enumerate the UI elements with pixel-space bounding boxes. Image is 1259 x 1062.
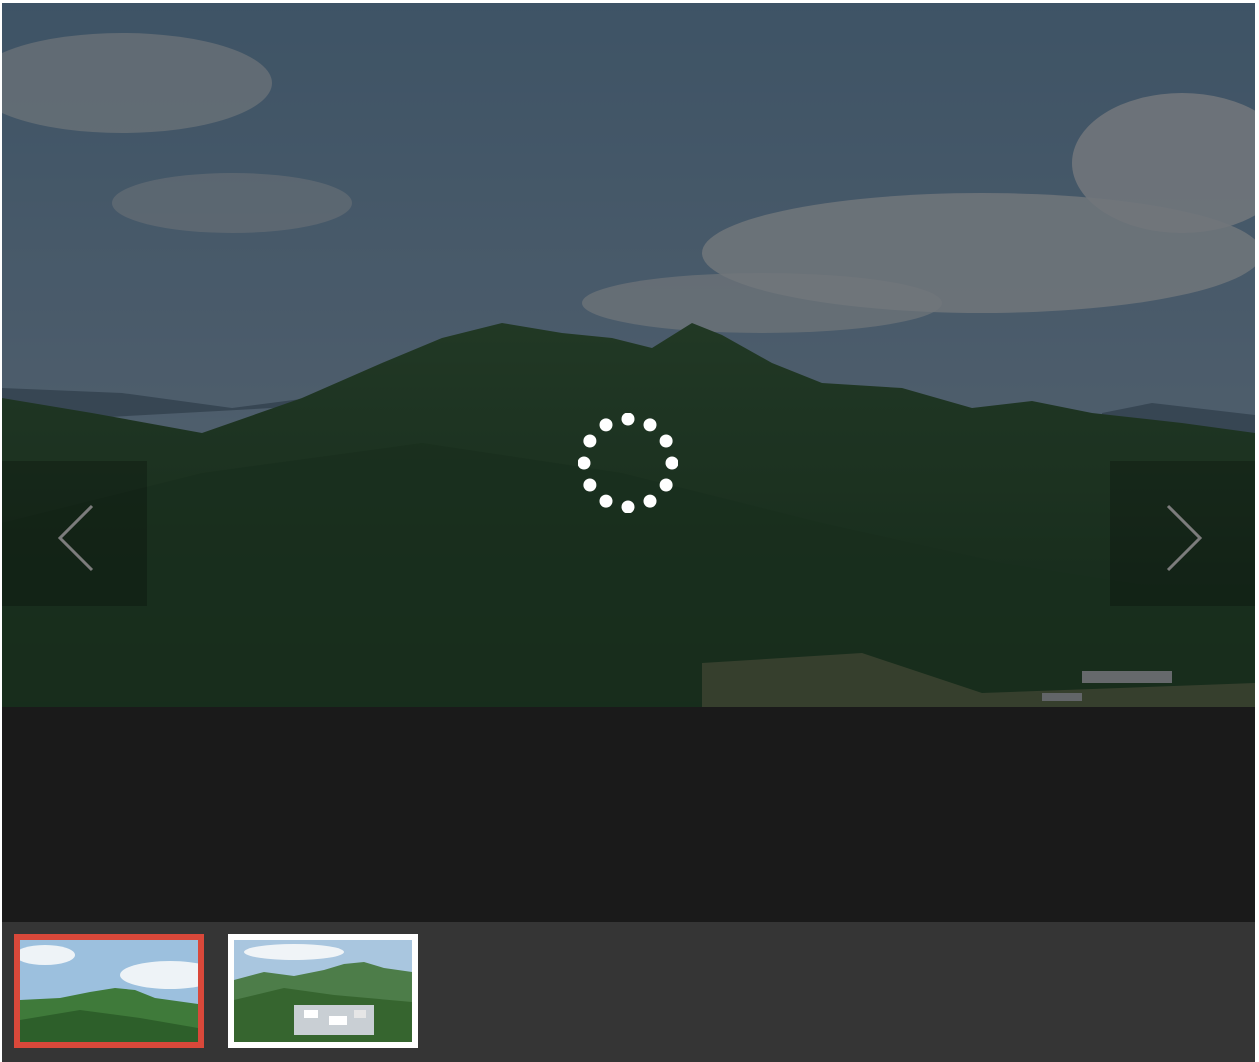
spinner-dots-icon (577, 412, 679, 514)
loading-overlay (2, 3, 1255, 707)
spinner-dot (659, 434, 673, 448)
next-image-button[interactable] (1110, 461, 1255, 606)
thumbnail-1[interactable] (14, 934, 204, 1048)
spinner-dot (643, 494, 657, 508)
image-gallery (2, 3, 1255, 1062)
spinner-dot (583, 478, 597, 492)
spinner-dot (599, 494, 613, 508)
spinner-dot (577, 456, 591, 470)
caption-area (2, 707, 1255, 922)
spinner-dot (621, 412, 635, 426)
previous-image-button[interactable] (2, 461, 147, 606)
spinner-dot (621, 500, 635, 514)
thumbnail-2[interactable] (228, 934, 418, 1048)
chevron-left-icon (57, 504, 94, 572)
village-photo-thumbnail (234, 940, 412, 1042)
spinner-dot (659, 478, 673, 492)
main-image-stage (2, 3, 1255, 707)
chevron-right-icon (1166, 504, 1203, 572)
spinner-dot (665, 456, 679, 470)
spinner-dot (583, 434, 597, 448)
spinner-dot (643, 418, 657, 432)
spinner-dot (599, 418, 613, 432)
mountain-photo-thumbnail (20, 940, 198, 1042)
thumbnail-strip (2, 922, 1255, 1062)
